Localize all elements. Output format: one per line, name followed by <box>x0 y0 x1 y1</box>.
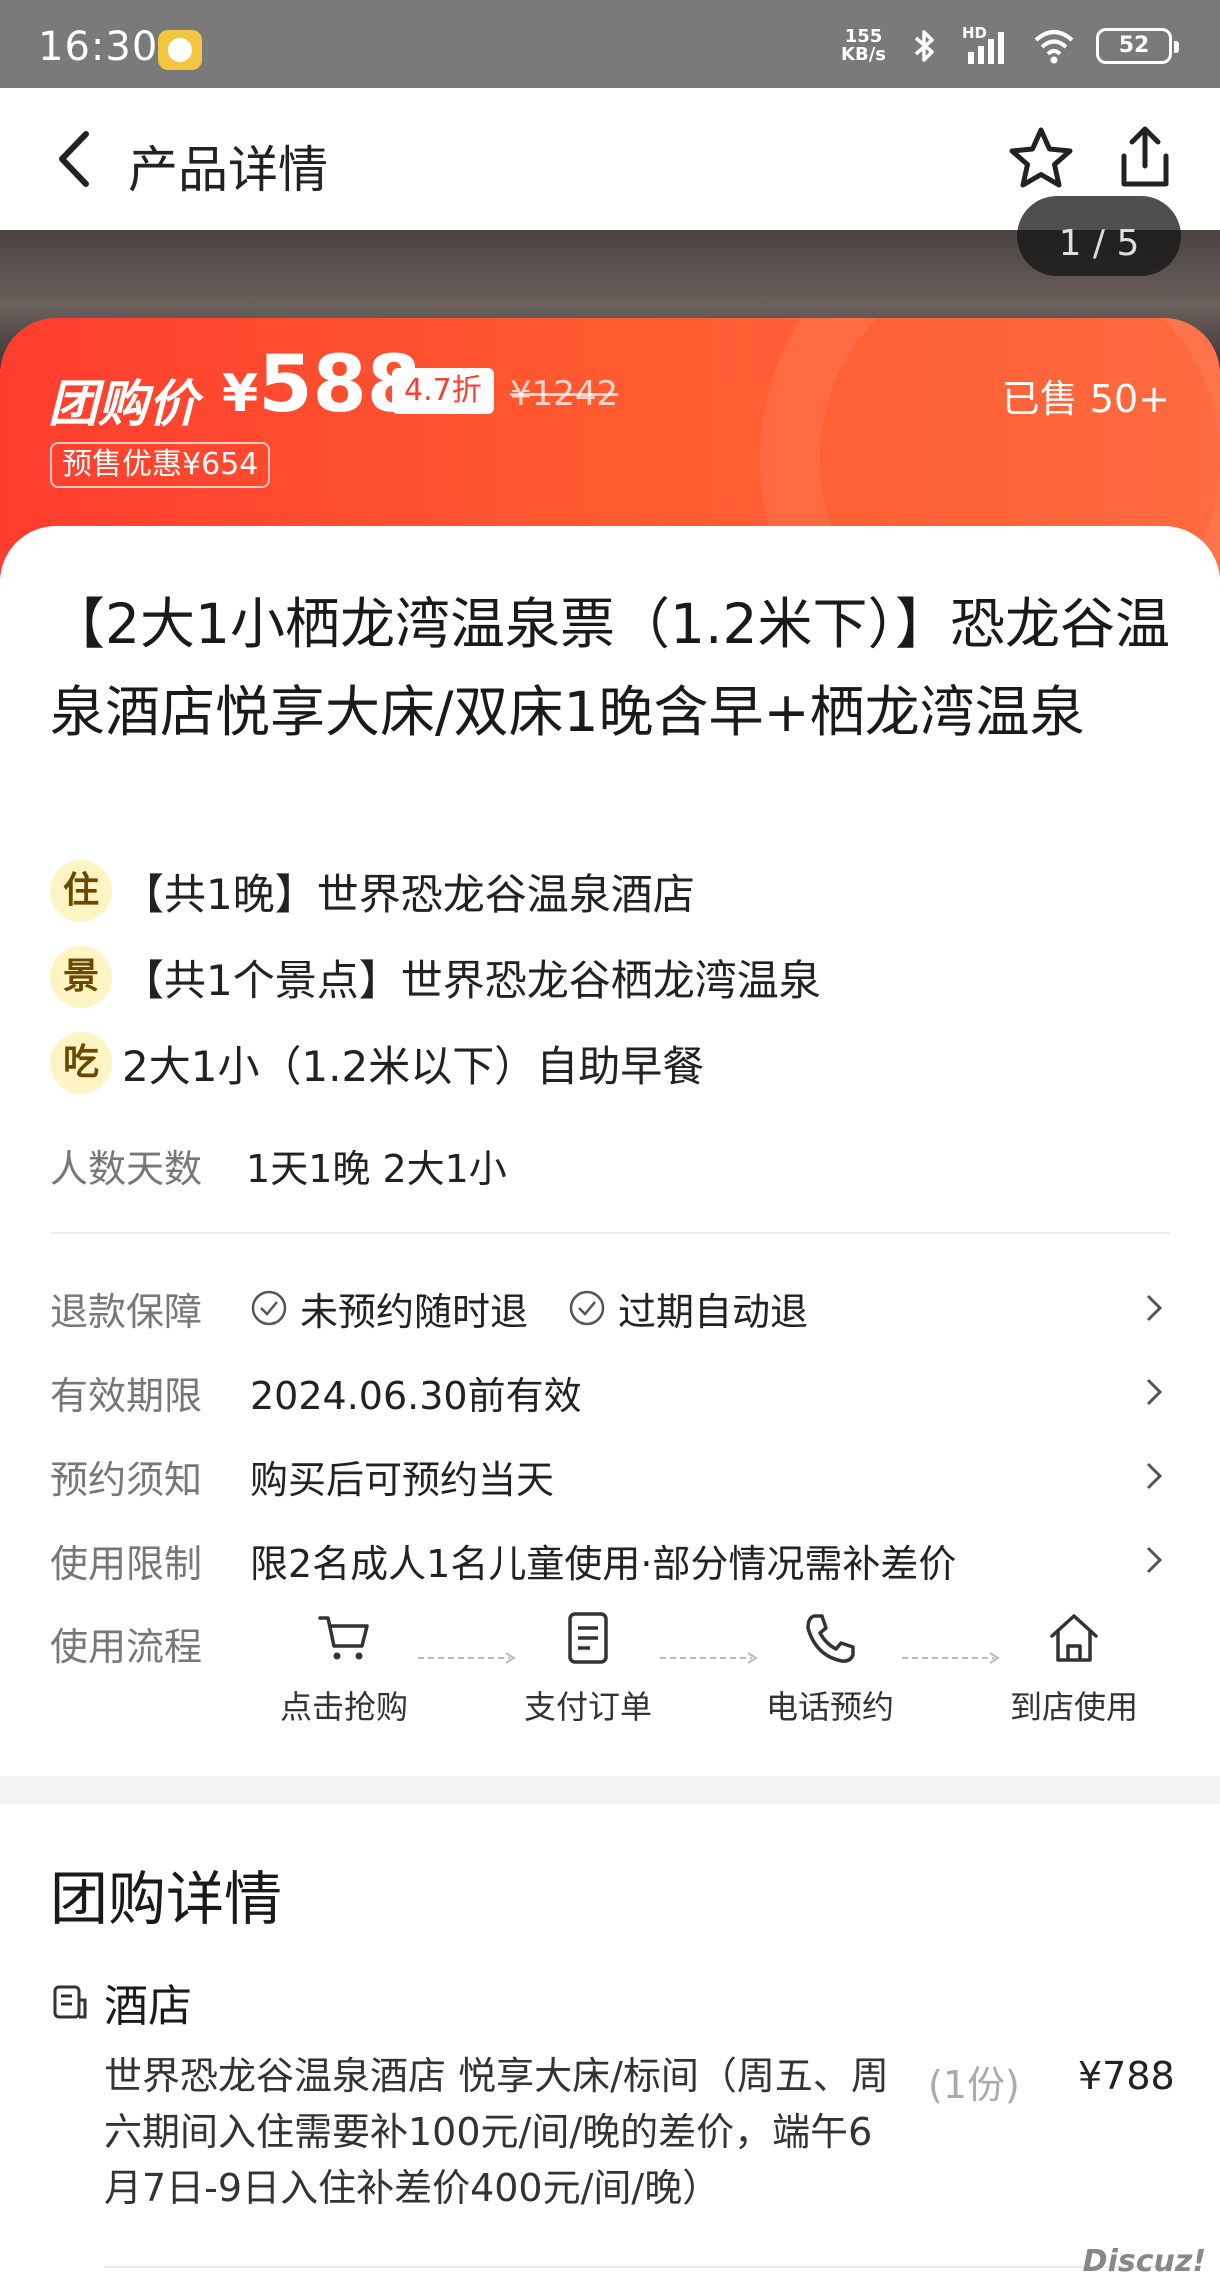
limit-row[interactable]: 使用限制 限2名成人1名儿童使用·部分情况需补差价 <box>50 1530 1170 1590</box>
product-title: 【2大1小栖龙湾温泉票（1.2米下）】恐龙谷温泉酒店悦享大床/双床1晚含早+栖龙… <box>50 592 1170 744</box>
limit-value: 限2名成人1名儿童使用·部分情况需补差价 <box>250 1541 957 1586</box>
stay-badge-icon: 住 <box>50 860 112 922</box>
house-icon <box>1050 1614 1098 1662</box>
refund-tag-expired: 过期自动退 <box>618 1289 809 1334</box>
booking-label: 预约须知 <box>50 1457 203 1502</box>
page-title: 产品详情 <box>128 141 328 199</box>
watermark: Discuz! <box>1082 2244 1206 2279</box>
flow-step-label: 支付订单 <box>523 1688 652 1726</box>
bluetooth-icon <box>914 30 934 62</box>
wifi-icon <box>1034 30 1074 64</box>
refund-tags: 未预约随时退 过期自动退 <box>250 1281 1170 1336</box>
refund-label: 退款保障 <box>50 1289 203 1334</box>
feature-stay: 住 【共1晚】世界恐龙谷温泉酒店 <box>50 860 695 922</box>
hotel-item-description: 世界恐龙谷温泉酒店 悦享大床/标间（周五、周六期间入住需要补100元/间/晚的差… <box>104 2054 889 2210</box>
net-speed: 155 KB/s <box>841 28 886 64</box>
hotel-section-header: 酒店 <box>50 1970 192 2034</box>
feature-attraction: 景 【共1个景点】世界恐龙谷栖龙湾温泉 <box>50 946 821 1008</box>
chevron-right-icon <box>1146 1378 1163 1406</box>
status-time: 16:30 <box>38 24 159 70</box>
feature-text: 【共1晚】世界恐龙谷温泉酒店 <box>122 869 695 919</box>
booking-value: 购买后可预约当天 <box>250 1457 555 1502</box>
feature-meal: 吃 2大1小（1.2米以下）自助早餐 <box>50 1032 704 1094</box>
share-icon[interactable] <box>1110 122 1180 192</box>
app-notification-icon <box>158 30 202 70</box>
validity-row[interactable]: 有效期限 2024.06.30前有效 <box>50 1362 1170 1422</box>
flow-step-call: 电话预约 <box>760 1608 900 1728</box>
chevron-right-icon <box>1146 1462 1163 1490</box>
flow-step-pay: 支付订单 <box>518 1608 658 1728</box>
people-days: 人数天数 1天1晚 2大1小 <box>50 1138 507 1193</box>
flow-arrow <box>902 1652 1000 1664</box>
flow-step-label: 到店使用 <box>1009 1688 1138 1726</box>
divider <box>50 1232 1170 1234</box>
flow-step-use: 到店使用 <box>1004 1608 1144 1728</box>
net-speed-unit: KB/s <box>841 44 886 65</box>
status-bar: 16:30 155 KB/s HD 52 <box>0 0 1220 88</box>
status-icons: 155 KB/s HD 52 <box>841 24 1179 68</box>
flow-arrow <box>660 1652 758 1664</box>
refund-tag-anytime: 未预约随时退 <box>300 1289 529 1334</box>
feature-text: 2大1小（1.2米以下）自助早餐 <box>122 1041 705 1091</box>
product-info-card: 【2大1小栖龙湾温泉票（1.2米下）】恐龙谷温泉酒店悦享大床/双床1晚含早+栖龙… <box>0 526 1220 1776</box>
divider <box>104 2266 1170 2268</box>
chevron-right-icon <box>1146 1546 1163 1574</box>
check-circle-icon <box>251 1290 287 1326</box>
chevron-right-icon <box>1146 1294 1163 1322</box>
flow-step-label: 电话预约 <box>765 1688 894 1726</box>
detail-section-title: 团购详情 <box>50 1865 283 1933</box>
flow-step-label: 点击抢购 <box>279 1688 408 1726</box>
validity-label: 有效期限 <box>50 1373 203 1418</box>
phone-icon <box>806 1614 855 1663</box>
people-days-label: 人数天数 <box>50 1147 203 1191</box>
building-icon <box>53 1985 87 2019</box>
discount-badge: 4.7折 <box>392 368 494 414</box>
meal-badge-icon: 吃 <box>50 1032 112 1094</box>
check-circle-icon <box>569 1290 605 1326</box>
sold-count: 已售 50+ <box>1001 377 1170 421</box>
feature-text: 【共1个景点】世界恐龙谷栖龙湾温泉 <box>122 955 821 1005</box>
group-price-label: 团购价 <box>48 375 198 433</box>
flow-label: 使用流程 <box>50 1625 203 1669</box>
battery-indicator: 52 <box>1096 28 1179 64</box>
favorite-star-icon[interactable] <box>1006 124 1076 194</box>
people-days-value: 1天1晚 2大1小 <box>246 1147 507 1191</box>
refund-row[interactable]: 退款保障 未预约随时退 过期自动退 <box>50 1278 1170 1338</box>
hotel-section-label: 酒店 <box>104 1981 192 2032</box>
cart-icon <box>318 1616 369 1660</box>
cell-signal-icon: HD <box>962 24 1012 66</box>
flow-step-buy: 点击抢购 <box>274 1608 414 1728</box>
flow-arrow <box>418 1652 516 1664</box>
hotel-item-quantity: (1份) <box>928 2063 1020 2107</box>
attraction-badge-icon: 景 <box>50 946 112 1008</box>
presale-discount-tag: 预售优惠¥654 <box>50 442 271 488</box>
gallery-pager: 1 / 5 <box>1017 196 1181 276</box>
booking-row[interactable]: 预约须知 购买后可预约当天 <box>50 1446 1170 1506</box>
validity-value: 2024.06.30前有效 <box>250 1373 582 1418</box>
back-arrow-icon[interactable] <box>48 126 104 192</box>
section-separator <box>0 1776 1220 1804</box>
original-price: ¥1242 <box>510 374 619 414</box>
document-icon <box>568 1612 608 1664</box>
hotel-item-price: ¥788 <box>1078 2054 1175 2098</box>
currency-symbol: ¥ <box>222 364 259 424</box>
limit-label: 使用限制 <box>50 1541 203 1586</box>
